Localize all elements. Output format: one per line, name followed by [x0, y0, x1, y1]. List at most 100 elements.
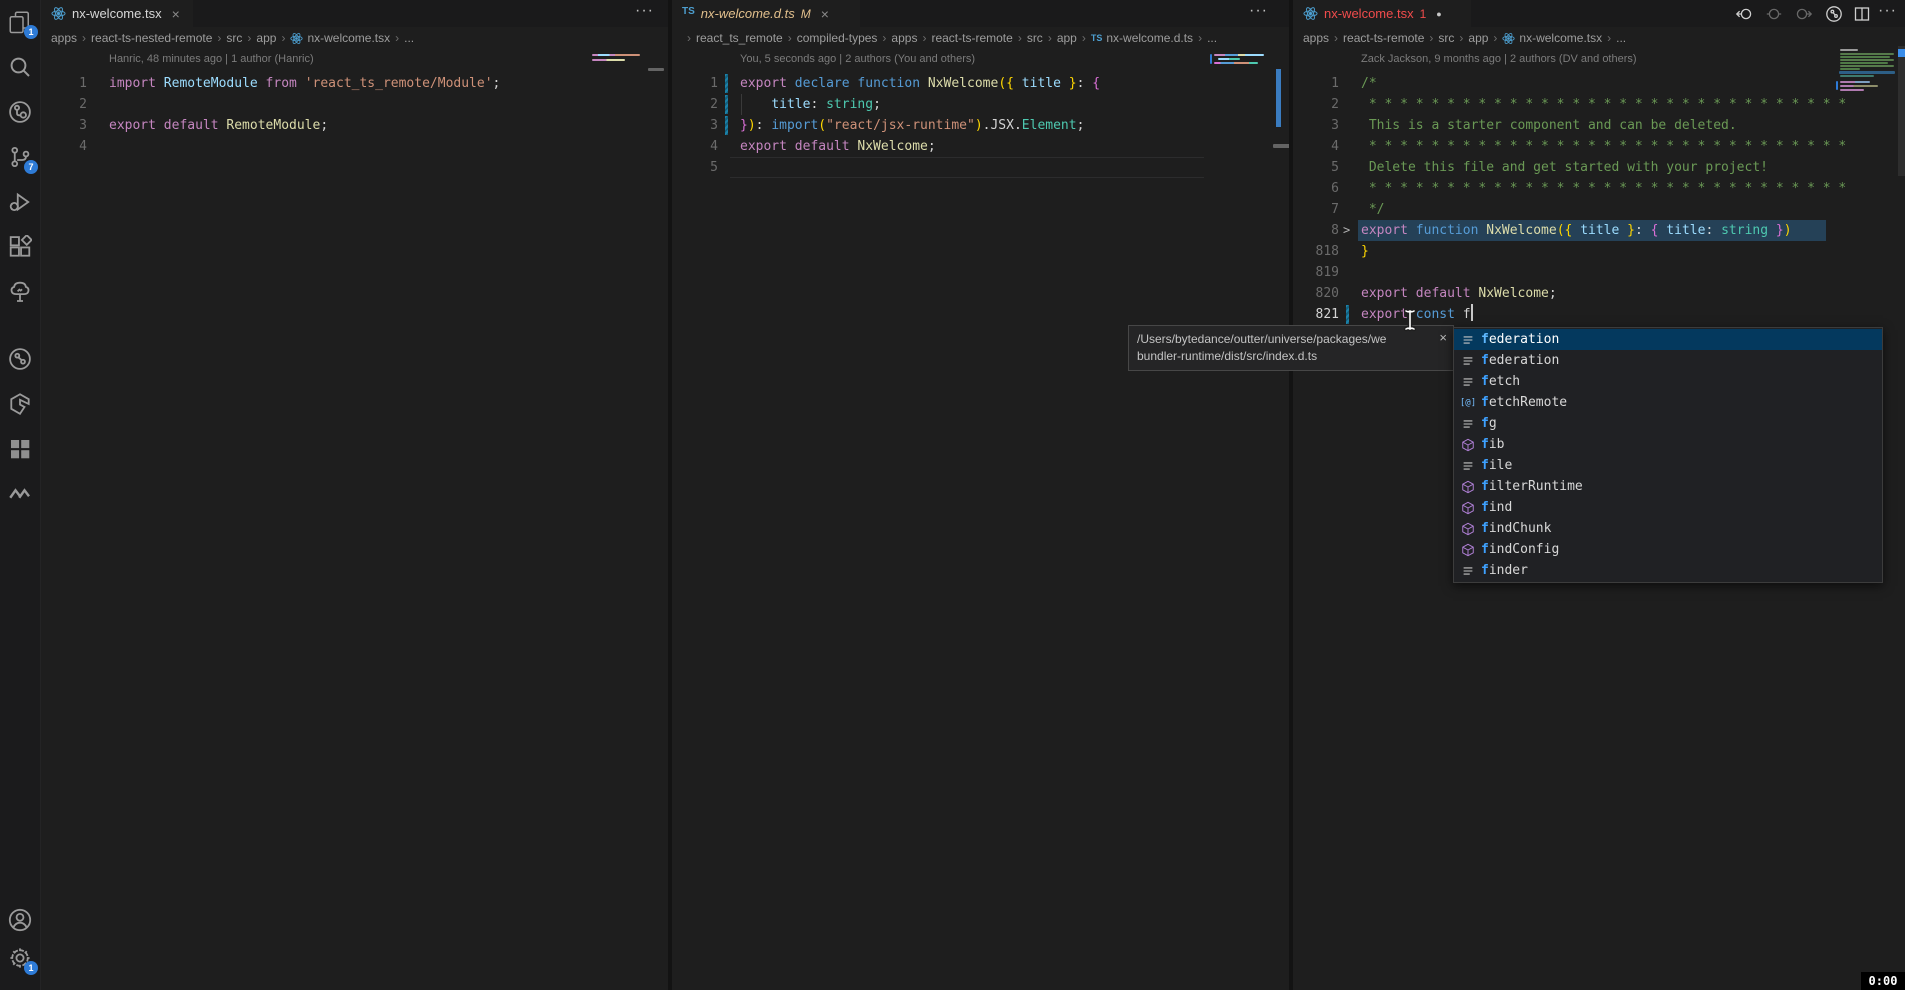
git-modified-marker: [725, 74, 728, 93]
code-editor[interactable]: 1export declare function NxWelcome({ tit…: [672, 0, 1290, 990]
code-line[interactable]: 1export declare function NxWelcome({ tit…: [672, 73, 1290, 94]
suggest-label: fetch: [1481, 374, 1520, 389]
symbol-text-icon: [1460, 458, 1476, 474]
fold-chevron-icon[interactable]: >: [1343, 220, 1350, 241]
explorer-badge: 1: [24, 25, 38, 39]
wave-extension-icon[interactable]: [8, 482, 32, 506]
grid-extension-icon[interactable]: [8, 437, 32, 461]
suggest-label: findConfig: [1481, 542, 1559, 557]
hexagon-extension-icon[interactable]: [8, 392, 32, 416]
editor-pane-middle: TS nx-welcome.d.ts M × ··· ›react_ts_rem…: [672, 0, 1290, 990]
extensions-icon[interactable]: [8, 235, 32, 259]
code-line[interactable]: 5 Delete this file and get started with …: [1293, 157, 1905, 178]
code-line[interactable]: 818}: [1293, 241, 1905, 262]
line-number: 1: [1293, 73, 1339, 94]
symbol-text-icon: [1460, 563, 1476, 579]
explorer-icon[interactable]: 1: [8, 10, 32, 34]
code-line[interactable]: 3 export default RemoteModule;: [41, 115, 668, 136]
account-icon[interactable]: [8, 908, 32, 932]
code-text: * * * * * * * * * * * * * * * * * * * * …: [1361, 136, 1846, 157]
code-text: export default NxWelcome;: [740, 136, 936, 157]
suggest-item-fg[interactable]: fg: [1454, 413, 1882, 434]
code-line[interactable]: 3 This is a starter component and can be…: [1293, 115, 1905, 136]
line-number: 5: [672, 157, 718, 178]
code-line[interactable]: 5: [672, 157, 1290, 178]
code-editor[interactable]: 1import RemoteModule from 'react_ts_remo…: [41, 0, 668, 990]
code-text: }: [1361, 241, 1369, 262]
symbol-reference-icon: [@]: [1460, 395, 1476, 411]
run-debug-icon[interactable]: [8, 190, 32, 214]
code-line[interactable]: 2 title: string;: [672, 94, 1290, 115]
line-number: 3: [672, 115, 718, 136]
code-line[interactable]: 7 */: [1293, 199, 1905, 220]
source-control-icon[interactable]: 7: [8, 145, 32, 169]
line-number: 819: [1293, 262, 1339, 283]
editor-pane-left: nx-welcome.tsx × ··· apps›react-ts-neste…: [41, 0, 668, 990]
overview-deleted-marker: [648, 68, 664, 71]
suggest-label: fetchRemote: [1481, 395, 1567, 410]
suggest-widget: federation federation fetch [@] fetchRemote f…: [1453, 327, 1883, 583]
suggest-item-file[interactable]: file: [1454, 455, 1882, 476]
suggest-label: federation: [1481, 332, 1559, 347]
text-caret: [1471, 304, 1473, 321]
suggest-item-federation[interactable]: federation: [1454, 329, 1882, 350]
suggest-item-filterRuntime[interactable]: filterRuntime: [1454, 476, 1882, 497]
recording-timer: 0:00: [1861, 972, 1905, 990]
line-number: 3: [41, 115, 87, 136]
suggest-label: finder: [1481, 563, 1528, 578]
suggest-item-fetch[interactable]: fetch: [1454, 371, 1882, 392]
settings-badge: 1: [24, 961, 38, 975]
suggest-item-finder[interactable]: finder: [1454, 560, 1882, 581]
settings-gear-icon[interactable]: 1: [8, 946, 32, 970]
code-text: title: string;: [740, 94, 881, 115]
code-text: export function NxWelcome({ title }: { t…: [1358, 220, 1826, 241]
code-line[interactable]: 3 }): import("react/jsx-runtime").JSX.Ele…: [672, 115, 1290, 136]
suggest-label: fg: [1481, 416, 1497, 431]
line-number: 7: [1293, 199, 1339, 220]
code-line[interactable]: 4: [41, 136, 668, 157]
suggest-item-findChunk[interactable]: findChunk: [1454, 518, 1882, 539]
symbol-method-icon: [1460, 521, 1476, 537]
line-number: 6: [1293, 178, 1339, 199]
code-line[interactable]: 821export const f: [1293, 304, 1905, 325]
suggest-item-find[interactable]: find: [1454, 497, 1882, 518]
code-line[interactable]: 4export default NxWelcome;: [672, 136, 1290, 157]
code-line[interactable]: 1/*: [1293, 73, 1905, 94]
suggest-item-findConfig[interactable]: findConfig: [1454, 539, 1882, 560]
suggest-item-fib[interactable]: fib: [1454, 434, 1882, 455]
project-tree-icon[interactable]: [8, 280, 32, 304]
git-graph-icon[interactable]: [8, 100, 32, 124]
code-text: export default NxWelcome;: [1361, 283, 1557, 304]
code-line[interactable]: 1import RemoteModule from 'react_ts_remo…: [41, 73, 668, 94]
tooltip-path-line2: bundler-runtime/dist/src/index.d.ts: [1137, 348, 1445, 365]
line-number: 2: [41, 94, 87, 115]
symbol-method-icon: [1460, 479, 1476, 495]
suggest-item-fetchRemote[interactable]: [@] fetchRemote: [1454, 392, 1882, 413]
code-line[interactable]: 820 export default NxWelcome;: [1293, 283, 1905, 304]
suggest-item-federation[interactable]: federation: [1454, 350, 1882, 371]
vscode-window: 1 7: [0, 0, 1905, 990]
search-icon[interactable]: [8, 55, 32, 79]
line-number: 820: [1293, 283, 1339, 304]
code-line[interactable]: 8> export function NxWelcome({ title }: {…: [1293, 220, 1905, 241]
symbol-text-icon: [1460, 416, 1476, 432]
code-text: }): import("react/jsx-runtime").JSX.Elem…: [740, 115, 1084, 136]
suggest-label: file: [1481, 458, 1512, 473]
code-text: import RemoteModule from 'react_ts_remot…: [109, 73, 500, 94]
close-icon[interactable]: ×: [1439, 329, 1447, 346]
code-line[interactable]: 2 * * * * * * * * * * * * * * * * * * * …: [1293, 94, 1905, 115]
code-line[interactable]: 2: [41, 94, 668, 115]
timeline-circle-icon[interactable]: [8, 347, 32, 371]
code-line[interactable]: 6 * * * * * * * * * * * * * * * * * * * …: [1293, 178, 1905, 199]
git-modified-marker: [725, 116, 728, 135]
code-text: This is a starter component and can be d…: [1361, 115, 1737, 136]
line-number: 4: [1293, 136, 1339, 157]
line-number: 2: [1293, 94, 1339, 115]
code-line[interactable]: 4 * * * * * * * * * * * * * * * * * * * …: [1293, 136, 1905, 157]
code-line[interactable]: 819: [1293, 262, 1905, 283]
symbol-method-icon: [1460, 500, 1476, 516]
code-text: export default RemoteModule;: [109, 115, 328, 136]
line-number: 8: [1293, 220, 1339, 241]
code-text: * * * * * * * * * * * * * * * * * * * * …: [1361, 178, 1846, 199]
suggest-label: findChunk: [1481, 521, 1551, 536]
